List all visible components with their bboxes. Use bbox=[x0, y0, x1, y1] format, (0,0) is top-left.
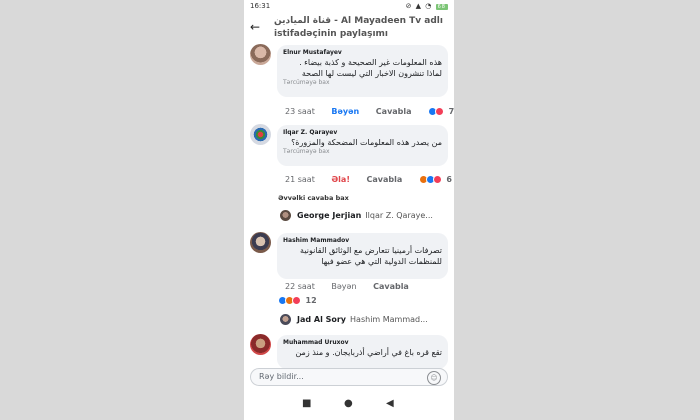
comment-time: 22 saat bbox=[285, 282, 315, 291]
reaction-count: 6 bbox=[446, 175, 452, 184]
reaction-icons: 12 bbox=[278, 296, 317, 305]
comment-input[interactable]: Rəy bildir... ☺ bbox=[250, 368, 448, 386]
comment-input-placeholder: Rəy bildir... bbox=[259, 372, 304, 381]
comment-text-line: تقع قره باغ في أراضي أذربايجان. و منذ زم… bbox=[295, 348, 442, 357]
comment-time: 23 saat bbox=[285, 107, 315, 116]
comment-text-line: للمنظمات الدولية التي هي عضو فيها bbox=[321, 257, 442, 266]
signal-icons: ⊘ ▲ ◔ bbox=[405, 2, 433, 10]
reaction-count: 7 bbox=[448, 107, 454, 116]
avatar[interactable] bbox=[250, 334, 271, 355]
comment-text-line: لماذا تنشرون الاخبار التي ليست لها الصحة bbox=[301, 69, 442, 78]
comment-text-line: تصرفات أرمينيا تتعارض مع الوثائق القانون… bbox=[300, 246, 442, 255]
reaction-summary[interactable]: 7 bbox=[428, 107, 454, 116]
emoji-icon[interactable]: ☺ bbox=[427, 371, 441, 385]
comment-time: 21 saat bbox=[285, 175, 315, 184]
reaction-count: 12 bbox=[305, 296, 317, 305]
comment-text-line: هذه المعلومات غير الصحيحة و كذبة بيضاء . bbox=[299, 58, 442, 67]
comment-author[interactable]: Hashim Mammadov bbox=[283, 236, 442, 245]
back-icon[interactable]: ◀ bbox=[386, 398, 394, 409]
reply-mention: Hashim Mammad... bbox=[350, 315, 428, 324]
reply-preview[interactable]: George Jerjian Ilqar Z. Qaraye... bbox=[280, 210, 433, 221]
translate-link[interactable]: Tərcüməyə bax bbox=[283, 79, 442, 87]
comment-bubble: Muhammad Uruxov تقع قره باغ في أراضي أذر… bbox=[277, 335, 448, 369]
page-title: قناة الميادين - Al Mayadeen Tv adlı isti… bbox=[274, 16, 443, 39]
status-time: 16:31 bbox=[250, 2, 271, 10]
battery-icon: 68 bbox=[435, 4, 448, 10]
home-icon[interactable]: ● bbox=[344, 398, 353, 409]
comment-author[interactable]: Ilqar Z. Qarayev bbox=[283, 128, 442, 137]
love-reaction-icon bbox=[292, 296, 301, 305]
reaction-summary[interactable]: 12 bbox=[278, 296, 331, 305]
reaction-summary[interactable]: 6 bbox=[418, 175, 452, 184]
avatar[interactable] bbox=[250, 44, 271, 65]
recent-apps-icon[interactable]: ■ bbox=[302, 398, 311, 409]
avatar[interactable] bbox=[250, 124, 271, 145]
comment-actions: 21 saat Əla! Cavabla 6 bbox=[285, 175, 454, 184]
comment-bubble: Hashim Mammadov تصرفات أرمينيا تتعارض مع… bbox=[277, 233, 448, 279]
reply-mention: Ilqar Z. Qaraye... bbox=[365, 211, 433, 220]
back-arrow-icon[interactable]: ← bbox=[250, 21, 260, 33]
comment-author[interactable]: Muhammad Uruxov bbox=[283, 338, 442, 347]
comment-author[interactable]: Elnur Mustafayev bbox=[283, 48, 442, 57]
previous-replies-link[interactable]: Əvvəlki cavaba bax bbox=[278, 194, 349, 202]
like-button[interactable]: Bəyən bbox=[331, 107, 359, 116]
comment-actions: 22 saat Bəyən Cavabla bbox=[285, 282, 423, 291]
love-reaction-icon bbox=[432, 175, 442, 184]
avatar bbox=[280, 210, 291, 221]
avatar bbox=[280, 314, 291, 325]
reply-button[interactable]: Cavabla bbox=[373, 282, 409, 291]
reply-button[interactable]: Cavabla bbox=[367, 175, 403, 184]
comment-actions: 23 saat Bəyən Cavabla 7 bbox=[285, 107, 454, 116]
reply-author: George Jerjian bbox=[297, 211, 362, 220]
like-button[interactable]: Bəyən bbox=[331, 282, 356, 291]
comment-bubble: Elnur Mustafayev هذه المعلومات غير الصحي… bbox=[277, 45, 448, 97]
translate-link[interactable]: Tərcüməyə bax bbox=[283, 148, 442, 156]
status-bar: 16:31 ⊘ ▲ ◔ 68 bbox=[244, 0, 454, 12]
comment-text-line: من يصدر هذه المعلومات المضحكة والمزورة؟ bbox=[291, 138, 442, 147]
comment-bubble: Ilqar Z. Qarayev من يصدر هذه المعلومات ا… bbox=[277, 125, 448, 166]
phone-screen: 16:31 ⊘ ▲ ◔ 68 ← قناة الميادين - Al Maya… bbox=[244, 0, 454, 420]
android-nav-bar: ■ ● ◀ bbox=[244, 392, 454, 420]
status-icons: ⊘ ▲ ◔ 68 bbox=[406, 2, 448, 10]
reply-button[interactable]: Cavabla bbox=[376, 107, 412, 116]
avatar[interactable] bbox=[250, 232, 271, 253]
reply-author: Jad Al Sory bbox=[297, 315, 347, 324]
reaction-button[interactable]: Əla! bbox=[331, 175, 350, 184]
love-reaction-icon bbox=[435, 107, 445, 116]
reply-preview[interactable]: Jad Al Sory Hashim Mammad... bbox=[280, 314, 428, 325]
header: ← قناة الميادين - Al Mayadeen Tv adlı is… bbox=[244, 13, 454, 43]
